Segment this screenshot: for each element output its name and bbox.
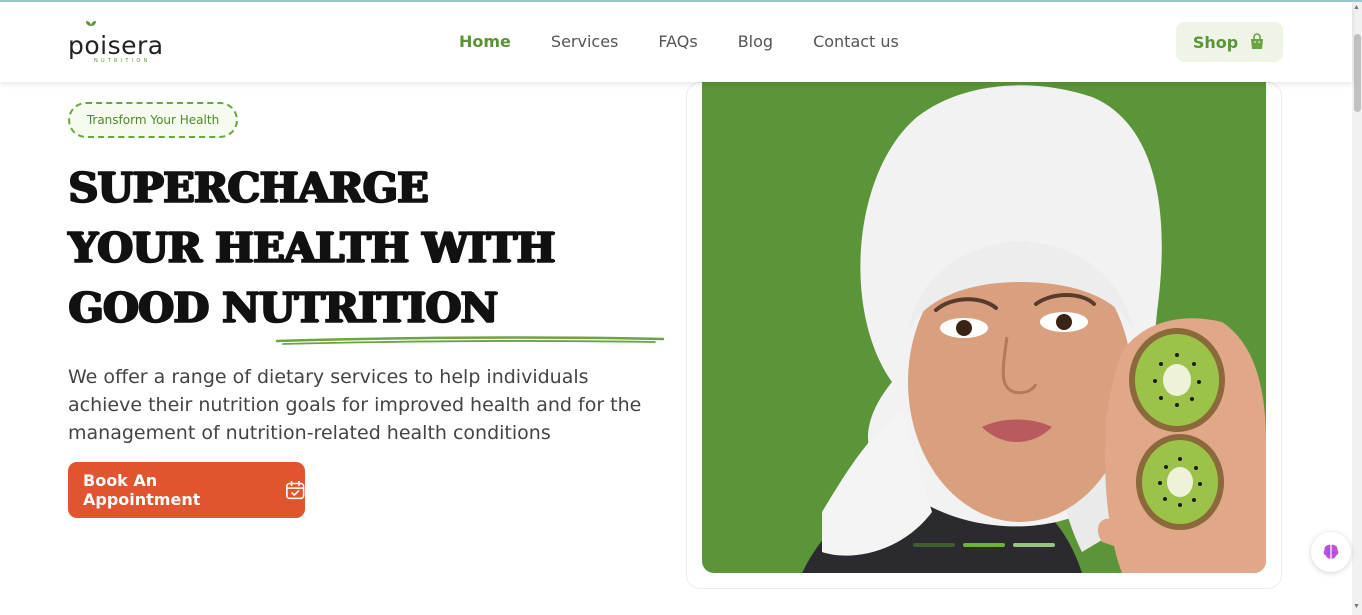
shop-label: Shop — [1192, 32, 1239, 52]
headline-line-3: GOOD NUTRITION — [67, 283, 498, 333]
hero-headline: SUPERCHARGE YOUR HEALTH WITH GOOD NUTRIT… — [67, 158, 555, 338]
nav-link-blog[interactable]: Blog — [738, 32, 773, 51]
scroll-up-arrow-icon[interactable]: ▲ — [1353, 4, 1360, 11]
woman-with-kiwi-illustration — [802, 85, 1266, 573]
hero-badge: Transform Your Health — [68, 102, 238, 138]
main-nav: Home Services FAQs Blog Contact us — [459, 32, 939, 51]
hero-image — [702, 82, 1266, 573]
logo-tagline: NUTRITION — [94, 58, 151, 64]
slider-pagination — [913, 543, 1055, 547]
brand-logo[interactable]: poisera NUTRITION — [68, 18, 178, 68]
scroll-down-arrow-icon[interactable]: ▼ — [1353, 603, 1360, 610]
slider-dot-1[interactable] — [913, 543, 955, 547]
hero-description: We offer a range of dietary services to … — [68, 366, 642, 444]
headline-line-2: YOUR HEALTH WITH — [67, 223, 555, 273]
calendar-check-icon — [285, 480, 304, 500]
slider-dot-2[interactable] — [963, 543, 1005, 547]
nav-link-contact[interactable]: Contact us — [813, 32, 899, 51]
brain-icon — [1323, 544, 1339, 559]
headline-line-1: SUPERCHARGE — [67, 163, 429, 213]
site-header: poisera NUTRITION Home Services FAQs Blo… — [0, 2, 1352, 82]
logo-text: poisera — [68, 31, 164, 60]
assistant-widget-button[interactable] — [1311, 532, 1351, 572]
nav-link-faqs[interactable]: FAQs — [658, 32, 697, 51]
book-appointment-button[interactable]: Book An Appointment — [68, 462, 305, 518]
slider-dot-3[interactable] — [1013, 543, 1055, 547]
book-appointment-label: Book An Appointment — [83, 471, 201, 509]
shop-button[interactable]: Shop — [1176, 22, 1283, 62]
shopping-bag-icon — [1251, 33, 1264, 49]
nav-link-home[interactable]: Home — [459, 32, 511, 51]
scrollbar-thumb[interactable] — [1354, 34, 1361, 112]
headline-underline-stroke — [275, 336, 665, 345]
nav-link-services[interactable]: Services — [551, 32, 618, 51]
